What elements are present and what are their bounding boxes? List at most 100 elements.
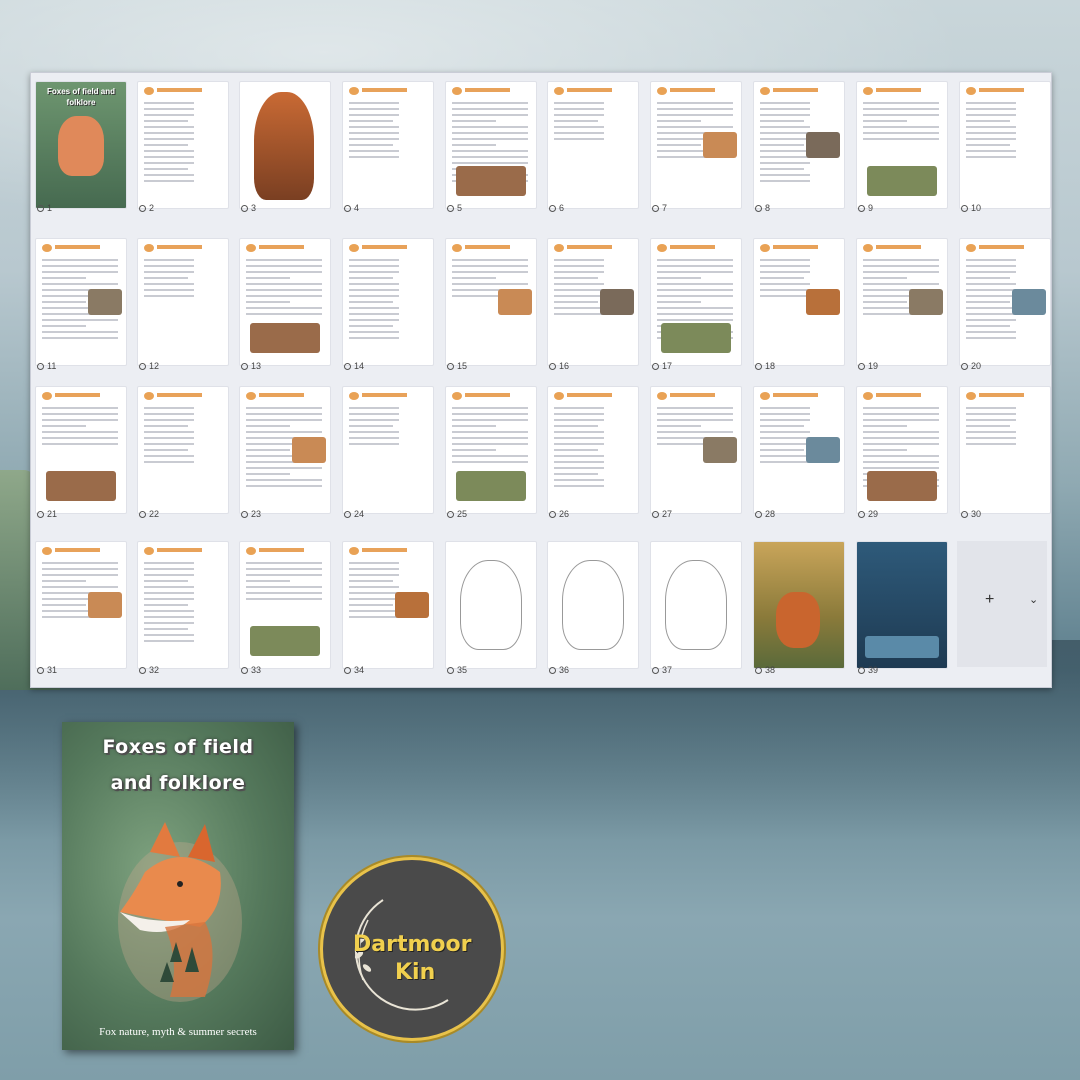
comment-icon[interactable] xyxy=(241,362,248,370)
page-thumbnail[interactable] xyxy=(547,386,639,514)
comment-icon[interactable] xyxy=(344,204,351,212)
chevron-down-icon[interactable]: ⌄ xyxy=(1029,593,1038,606)
thumb-text-line xyxy=(657,407,733,409)
thumb-heading-bar xyxy=(157,88,202,92)
comment-icon[interactable] xyxy=(858,204,865,212)
comment-icon[interactable] xyxy=(241,510,248,518)
comment-icon[interactable] xyxy=(37,666,44,674)
page-thumbnail[interactable] xyxy=(959,238,1051,366)
page-thumbnail[interactable] xyxy=(137,238,229,366)
thumb-text-line xyxy=(349,289,399,291)
page-thumbnail[interactable] xyxy=(856,541,948,669)
page-thumbnail[interactable] xyxy=(547,238,639,366)
comment-icon[interactable] xyxy=(139,204,146,212)
page-thumbnail[interactable] xyxy=(342,541,434,669)
page-thumbnail[interactable] xyxy=(342,238,434,366)
thumb-text-line xyxy=(452,259,528,261)
thumb-image xyxy=(456,166,526,196)
page-thumbnail[interactable] xyxy=(856,386,948,514)
comment-icon[interactable] xyxy=(139,666,146,674)
comment-icon[interactable] xyxy=(37,510,44,518)
thumb-text-line xyxy=(349,604,393,606)
comment-icon[interactable] xyxy=(652,362,659,370)
comment-icon[interactable] xyxy=(139,362,146,370)
page-thumbnail[interactable] xyxy=(137,81,229,209)
comment-icon[interactable] xyxy=(961,362,968,370)
comment-icon[interactable] xyxy=(344,362,351,370)
comment-icon[interactable] xyxy=(652,666,659,674)
thumb-heading-bar xyxy=(979,393,1024,397)
page-thumbnail[interactable] xyxy=(239,386,331,514)
comment-icon[interactable] xyxy=(755,666,762,674)
page-thumbnail[interactable] xyxy=(342,81,434,209)
comment-icon[interactable] xyxy=(755,204,762,212)
page-thumbnail[interactable] xyxy=(753,386,845,514)
page-number-label: 6 xyxy=(559,203,565,213)
page-number-label: 34 xyxy=(354,665,365,675)
page-thumbnail[interactable] xyxy=(753,81,845,209)
comment-icon[interactable] xyxy=(961,510,968,518)
page-thumbnail[interactable] xyxy=(445,541,537,669)
page-thumbnail[interactable] xyxy=(959,386,1051,514)
page-number-label: 19 xyxy=(868,361,879,371)
comment-icon[interactable] xyxy=(241,666,248,674)
page-thumbnail[interactable] xyxy=(650,238,742,366)
page-number: 35 xyxy=(447,665,467,675)
page-thumbnail[interactable] xyxy=(650,81,742,209)
page-thumbnail[interactable] xyxy=(137,541,229,669)
comment-icon[interactable] xyxy=(447,510,454,518)
thumb-text-line xyxy=(760,419,810,421)
comment-icon[interactable] xyxy=(755,510,762,518)
comment-icon[interactable] xyxy=(447,204,454,212)
page-thumbnail[interactable] xyxy=(35,238,127,366)
page-thumbnail[interactable] xyxy=(856,81,948,209)
comment-icon[interactable] xyxy=(344,666,351,674)
page-thumbnail[interactable]: Foxes of field and folklore xyxy=(35,81,127,209)
comment-icon[interactable] xyxy=(549,362,556,370)
page-thumbnail[interactable] xyxy=(753,238,845,366)
page-thumbnail[interactable] xyxy=(445,81,537,209)
comment-icon[interactable] xyxy=(549,510,556,518)
thumb-text-line xyxy=(966,271,1016,273)
comment-icon[interactable] xyxy=(241,204,248,212)
comment-icon[interactable] xyxy=(858,510,865,518)
comment-icon[interactable] xyxy=(447,362,454,370)
fox-head-icon xyxy=(863,87,873,95)
comment-icon[interactable] xyxy=(139,510,146,518)
page-thumbnail[interactable] xyxy=(239,541,331,669)
thumb-image xyxy=(703,132,737,158)
comment-icon[interactable] xyxy=(858,666,865,674)
page-thumbnail[interactable] xyxy=(547,541,639,669)
comment-icon[interactable] xyxy=(755,362,762,370)
comment-icon[interactable] xyxy=(652,204,659,212)
page-thumbnail[interactable] xyxy=(239,238,331,366)
page-thumbnail[interactable] xyxy=(35,386,127,514)
page-thumbnail[interactable] xyxy=(959,81,1051,209)
comment-icon[interactable] xyxy=(37,204,44,212)
page-thumbnail[interactable] xyxy=(342,386,434,514)
comment-icon[interactable] xyxy=(37,362,44,370)
comment-icon[interactable] xyxy=(549,666,556,674)
comment-icon[interactable] xyxy=(344,510,351,518)
page-thumbnail[interactable] xyxy=(35,541,127,669)
add-page-tile[interactable]: + ⌄ xyxy=(957,541,1047,667)
page-thumbnail[interactable] xyxy=(650,386,742,514)
comment-icon[interactable] xyxy=(858,362,865,370)
page-thumbnail[interactable] xyxy=(445,238,537,366)
page-thumbnail[interactable] xyxy=(137,386,229,514)
thumb-heading-bar xyxy=(55,245,100,249)
comment-icon[interactable] xyxy=(961,204,968,212)
page-number: 25 xyxy=(447,509,467,519)
page-thumbnail[interactable] xyxy=(445,386,537,514)
add-page-button[interactable]: + xyxy=(985,591,994,609)
comment-icon[interactable] xyxy=(549,204,556,212)
comment-icon[interactable] xyxy=(652,510,659,518)
page-thumbnail[interactable] xyxy=(856,238,948,366)
page-thumbnail[interactable] xyxy=(547,81,639,209)
comment-icon[interactable] xyxy=(447,666,454,674)
page-thumbnail[interactable] xyxy=(239,81,331,209)
page-thumbnail[interactable] xyxy=(650,541,742,669)
fox-head-icon xyxy=(246,244,256,252)
thumb-text-line xyxy=(452,144,496,146)
page-thumbnail[interactable] xyxy=(753,541,845,669)
